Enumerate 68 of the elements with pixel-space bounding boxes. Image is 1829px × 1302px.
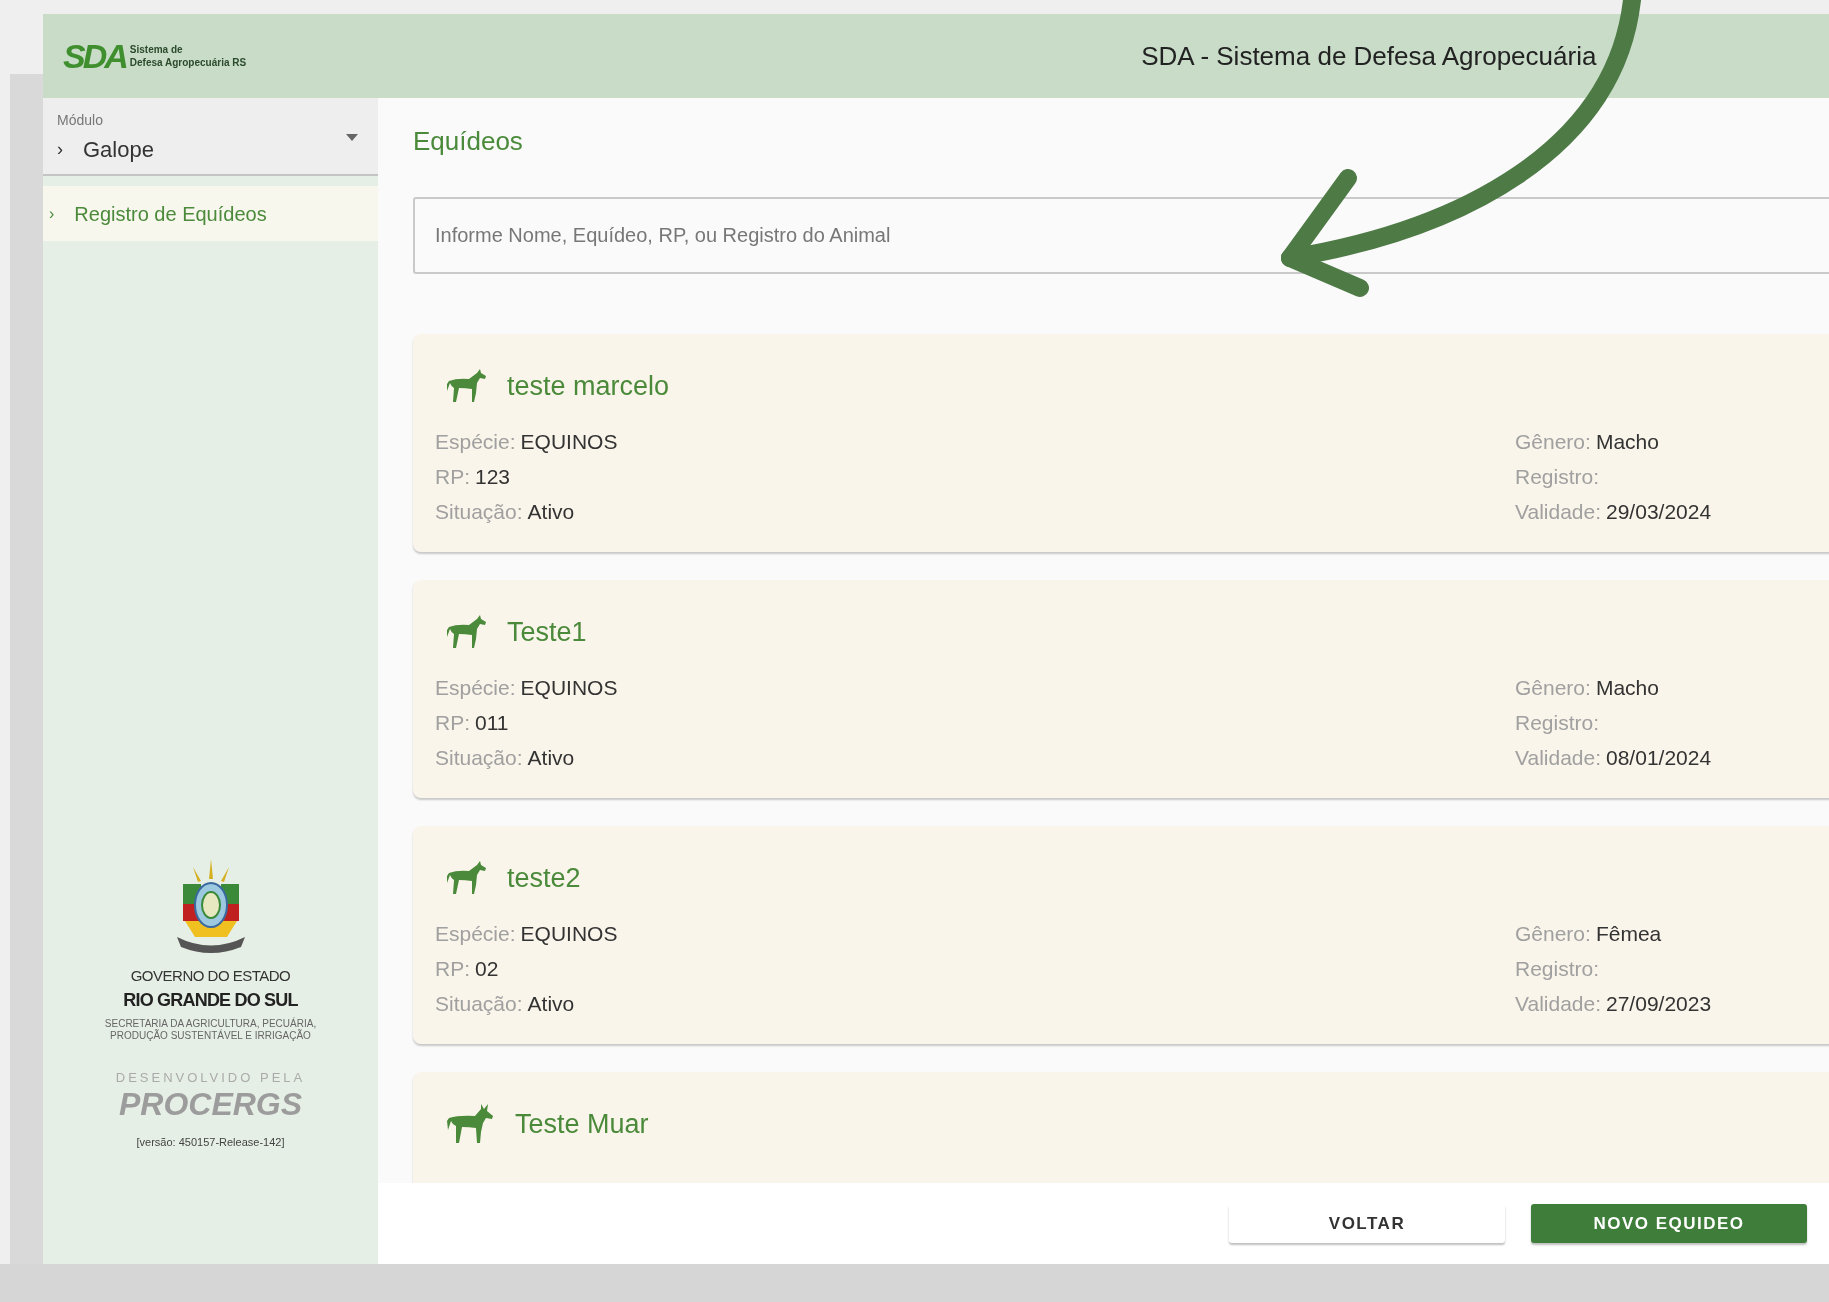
government-name: RIO GRANDE DO SUL	[123, 989, 298, 1012]
back-button[interactable]: VOLTAR	[1229, 1204, 1505, 1243]
version-text: [versão: 450157-Release-142]	[136, 1134, 285, 1150]
animal-card[interactable]: teste marcelo Espécie: EQUINOS RP: 123 Situação: Ativo Gênero: Macho Registro: Validade: 29/03/2024	[413, 334, 1829, 552]
module-label: Módulo	[57, 111, 104, 130]
sidebar-item[interactable]: › Registro de Equídeos	[43, 186, 378, 241]
module-value: Galope	[83, 136, 154, 164]
page-title: Equídeos	[413, 125, 524, 158]
animal-name: Teste1	[507, 616, 587, 649]
field-label: RP:	[435, 955, 470, 981]
new-animal-button[interactable]: NOVO EQUIDEO	[1531, 1204, 1807, 1243]
animal-name: teste2	[507, 862, 581, 895]
horse-icon	[447, 369, 487, 404]
field-value: 29/03/2024	[1606, 498, 1712, 524]
field-label: RP:	[435, 709, 470, 735]
field-value: 08/01/2024	[1606, 744, 1712, 770]
sidebar-item-label: Registro de Equídeos	[74, 201, 267, 227]
department-name: SECRETARIA DA AGRICULTURA, PECUÁRIA,	[104, 1018, 317, 1030]
field-label: Situação:	[435, 744, 523, 770]
field-label: Validade:	[1515, 498, 1601, 524]
field-label: Espécie:	[435, 920, 516, 946]
dropdown-caret-icon	[346, 134, 358, 141]
developed-by-text: DESENVOLVIDO PELA	[115, 1069, 306, 1087]
field-value: 27/09/2023	[1606, 990, 1712, 1016]
animal-card[interactable]: Teste Muar	[413, 1072, 1829, 1183]
field-value: Macho	[1595, 428, 1659, 454]
chevron-icon: ›	[57, 136, 63, 163]
chevron-icon: ›	[49, 201, 55, 226]
government-name: GOVERNO DO ESTADO	[130, 965, 291, 986]
field-label: Registro:	[1515, 709, 1600, 735]
field-value: EQUINOS	[520, 920, 618, 946]
field-label: Gênero:	[1515, 674, 1591, 700]
animal-card[interactable]: Teste1 Espécie: EQUINOS RP: 011 Situação: Ativo Gênero: Macho Registro: Validade: 08/01/2024	[413, 580, 1829, 798]
field-label: RP:	[435, 463, 470, 489]
field-label: Espécie:	[435, 674, 516, 700]
field-value: Fêmea	[1595, 920, 1662, 946]
field-label: Validade:	[1515, 744, 1601, 770]
horse-icon	[447, 615, 487, 650]
field-value: Macho	[1595, 674, 1659, 700]
logo-text: Sistema de	[129, 43, 184, 56]
logo-mark: SDA	[63, 39, 126, 73]
department-name: PRODUÇÃO SUSTENTÁVEL E IRRIGAÇÃO	[110, 1030, 311, 1042]
window-title: SDA - Sistema de Defesa Agropecuária	[1141, 39, 1597, 73]
field-value: Ativo	[527, 744, 575, 770]
field-label: Registro:	[1515, 463, 1600, 489]
field-value: 123	[475, 463, 511, 489]
field-label: Espécie:	[435, 428, 516, 454]
field-value: Ativo	[527, 990, 575, 1016]
field-label: Gênero:	[1515, 428, 1591, 454]
animal-card[interactable]: teste2 Espécie: EQUINOS RP: 02 Situação: Ativo Gênero: Fêmea Registro: Validade: 27/09/2023	[413, 826, 1829, 1044]
field-value: EQUINOS	[520, 428, 618, 454]
field-label: Situação:	[435, 990, 523, 1016]
field-value: 011	[475, 709, 509, 735]
animal-name: Teste Muar	[515, 1108, 649, 1141]
search-field[interactable]: Informe Nome, Equídeo, RP, ou Registro do Animal	[413, 197, 1829, 274]
field-value: EQUINOS	[520, 674, 618, 700]
developer-logo: PROCERGS	[118, 1087, 303, 1120]
field-value: Ativo	[527, 498, 575, 524]
field-value: 02	[475, 955, 499, 981]
logo-text: Defesa Agropecuária RS	[129, 56, 247, 69]
horse-icon	[447, 861, 487, 896]
field-label: Situação:	[435, 498, 523, 524]
field-label: Validade:	[1515, 990, 1601, 1016]
field-label: Gênero:	[1515, 920, 1591, 946]
donkey-icon	[447, 1104, 495, 1145]
animal-name: teste marcelo	[507, 370, 670, 403]
field-label: Registro:	[1515, 955, 1600, 981]
module-select[interactable]: Módulo › Galope	[43, 98, 378, 176]
